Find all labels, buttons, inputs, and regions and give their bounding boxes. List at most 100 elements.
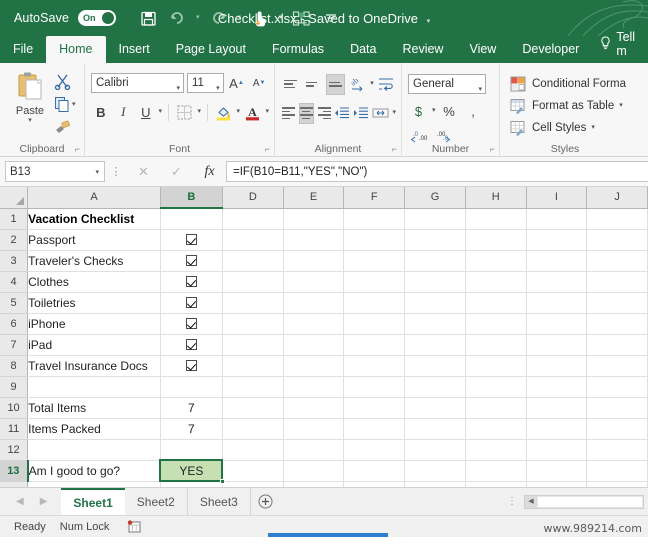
number-format-combo[interactable]: General ▾ [408,74,486,94]
clipboard-dialog-launcher[interactable]: ⌐ [75,144,80,154]
conditional-formatting-button[interactable]: Conditional Forma [510,73,643,95]
cell-j13[interactable] [586,460,648,482]
cell-d9[interactable] [222,376,284,398]
format-as-table-dropdown-caret[interactable]: ▾ [619,102,623,110]
cell-d8[interactable] [222,355,284,377]
cell-e9[interactable] [283,376,345,398]
merge-dropdown-caret[interactable]: ▾ [392,109,396,117]
format-painter-button[interactable] [54,117,76,137]
sheet-tab-sheet2[interactable]: Sheet2 [125,487,188,516]
cell-j12[interactable] [586,439,648,461]
cell-i2[interactable] [526,229,588,251]
cell-f8[interactable] [343,355,406,377]
checkbox-icon[interactable] [185,359,197,371]
borders-icon[interactable] [175,102,195,123]
cell-d7[interactable] [222,334,284,356]
cell-a10[interactable]: Total Items [27,397,161,419]
cell-e5[interactable] [283,292,345,314]
row-header-3[interactable]: 3 [0,250,29,272]
cell-a7[interactable]: iPad [27,334,161,356]
column-header-d[interactable]: D [222,187,284,209]
cell-j11[interactable] [586,418,648,440]
row-header-2[interactable]: 2 [0,229,29,251]
cell-j7[interactable] [586,334,648,356]
column-header-a[interactable]: A [27,187,161,209]
underline-dropdown-caret[interactable]: ▾ [159,108,163,116]
cell-d5[interactable] [222,292,284,314]
cell-d10[interactable] [222,397,284,419]
column-header-i[interactable]: I [526,187,588,209]
cell-h10[interactable] [465,397,527,419]
cell-h2[interactable] [465,229,527,251]
cell-f12[interactable] [343,439,406,461]
scroll-left-arrow-icon[interactable]: ◀ [525,495,537,508]
tab-view[interactable]: View [456,36,509,63]
cell-i5[interactable] [526,292,588,314]
cell-styles-dropdown-caret[interactable]: ▾ [591,124,595,132]
row-header-8[interactable]: 8 [0,355,29,377]
cell-f6[interactable] [343,313,406,335]
checkbox-icon[interactable] [185,296,197,308]
paste-button[interactable]: Paste ▾ [6,67,54,137]
sheet-tab-sheet1[interactable]: Sheet1 [61,487,125,516]
copy-dropdown-caret[interactable]: ▾ [72,101,76,109]
cell-h12[interactable] [465,439,527,461]
cell-j1[interactable] [586,208,648,230]
cell-f1[interactable] [343,208,406,230]
cell-g13[interactable] [404,460,466,482]
cell-a9[interactable] [27,376,161,398]
cell-d4[interactable] [222,271,284,293]
cell-b7[interactable] [160,334,223,356]
cell-i8[interactable] [526,355,588,377]
cell-g3[interactable] [404,250,466,272]
accounting-dropdown-caret[interactable]: ▾ [432,107,436,115]
tab-data[interactable]: Data [337,36,389,63]
cell-j9[interactable] [586,376,648,398]
next-sheet-arrow-icon[interactable]: ▶ [40,496,48,507]
checkbox-icon[interactable] [185,254,197,266]
cell-i1[interactable] [526,208,588,230]
comma-format-button[interactable]: , [463,101,484,122]
cell-b4[interactable] [160,271,223,293]
row-header-5[interactable]: 5 [0,292,29,314]
orientation-dropdown-caret[interactable]: ▾ [370,80,374,88]
chevron-down-icon[interactable]: ▾ [216,80,220,98]
cell-b11[interactable]: 7 [160,418,223,440]
cell-j10[interactable] [586,397,648,419]
cell-h1[interactable] [465,208,527,230]
increase-font-size-button[interactable]: A ▲ [227,73,247,94]
checkbox-icon[interactable] [185,338,197,350]
cell-d2[interactable] [222,229,284,251]
cell-h13[interactable] [465,460,527,482]
fill-color-icon[interactable] [214,102,234,123]
cell-b1[interactable] [160,208,223,230]
cell-a11[interactable]: Items Packed [27,418,161,440]
cell-i7[interactable] [526,334,588,356]
enter-icon[interactable]: ✓ [160,164,193,180]
cell-e4[interactable] [283,271,345,293]
cell-f9[interactable] [343,376,406,398]
copy-button[interactable]: ▾ [54,95,76,115]
cell-h3[interactable] [465,250,527,272]
middle-align-icon[interactable] [303,74,322,95]
cell-g10[interactable] [404,397,466,419]
tab-file[interactable]: File [0,36,46,63]
cell-a13[interactable]: Am I good to go? [27,460,161,482]
wrap-text-icon[interactable] [377,74,396,95]
formula-input[interactable]: =IF(B10=B11,"YES","NO") [226,161,648,182]
cell-h4[interactable] [465,271,527,293]
cell-a8[interactable]: Travel Insurance Docs [27,355,161,377]
cell-e3[interactable] [283,250,345,272]
cell-a5[interactable]: Toiletries [27,292,161,314]
cell-i9[interactable] [526,376,588,398]
cell-b6[interactable] [160,313,223,335]
cell-b2[interactable] [160,229,223,251]
cell-g2[interactable] [404,229,466,251]
font-name-combo[interactable]: Calibri ▾ [91,73,184,93]
cell-j6[interactable] [586,313,648,335]
percent-format-button[interactable]: % [439,101,460,122]
cell-f2[interactable] [343,229,406,251]
checkbox-icon[interactable] [185,275,197,287]
cell-a1[interactable]: Vacation Checklist [27,208,161,230]
column-header-f[interactable]: F [343,187,406,209]
